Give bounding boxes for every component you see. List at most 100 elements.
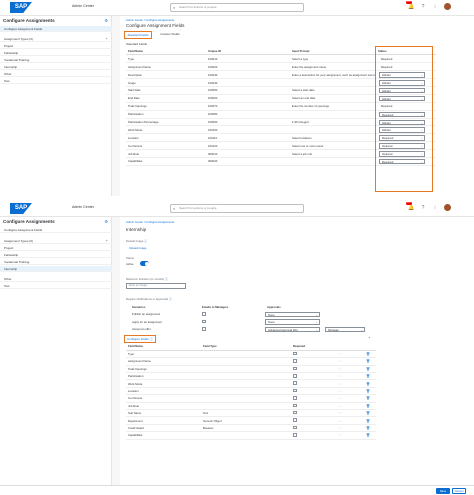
gear-icon[interactable]: ⚙: [104, 18, 108, 23]
search-input[interactable]: ⌕ Search for actions or people: [170, 204, 304, 213]
add-field-icon[interactable]: +: [368, 335, 370, 340]
move-down-icon[interactable]: ↓: [340, 411, 342, 415]
notifications-icon[interactable]: 🔔 99+: [406, 0, 414, 10]
nav-item-vocational-training[interactable]: Vocational Training: [0, 57, 112, 63]
required-checkbox[interactable]: [293, 410, 297, 415]
trash-icon[interactable]: 🗑: [366, 389, 370, 393]
info-icon[interactable]: ⓘ: [150, 337, 153, 341]
required-checkbox[interactable]: [293, 425, 297, 430]
sap-logo[interactable]: SAP: [10, 2, 32, 13]
required-checkbox[interactable]: [293, 381, 297, 385]
nav-item-configure-fields[interactable]: Configure Assignment Fields: [0, 227, 112, 233]
info-icon[interactable]: ⓘ: [144, 239, 147, 243]
max-duration-input[interactable]: Enter an integer: [126, 283, 186, 289]
app-title[interactable]: Admin Center: [72, 4, 94, 8]
move-down-icon[interactable]: ↓: [340, 374, 342, 378]
nav-item-test[interactable]: Test: [0, 78, 112, 84]
gear-icon[interactable]: ⚙: [104, 219, 108, 224]
approval-select[interactable]: None ⌄: [265, 319, 320, 325]
trash-icon[interactable]: 🗑: [366, 367, 370, 371]
nav-item-assignment-types[interactable]: Assignment Types (6) +: [0, 36, 112, 42]
required-checkbox[interactable]: [293, 374, 297, 378]
table-row: Participation ↑ ↓ 🗑: [126, 372, 376, 381]
search-input[interactable]: ⌕ Search for actions or people: [170, 3, 304, 12]
input-prompt: [290, 110, 376, 119]
move-down-icon[interactable]: ↓: [340, 352, 342, 356]
scenario-name: Apply for an assignment: [132, 319, 163, 324]
info-icon[interactable]: ⓘ: [169, 297, 172, 301]
nav-item-project[interactable]: Project: [0, 43, 112, 49]
save-button[interactable]: Save: [436, 488, 450, 494]
email-checkbox[interactable]: [202, 327, 206, 331]
nav-item-project[interactable]: Project: [0, 245, 112, 251]
nav-item-internship[interactable]: Internship: [0, 266, 112, 272]
approver-select[interactable]: Manager ⌄: [325, 326, 365, 332]
nav-item-other[interactable]: Other: [0, 276, 112, 282]
help-icon[interactable]: ?: [420, 4, 426, 10]
apps-icon[interactable]: ⁝: [432, 205, 438, 211]
cancel-button[interactable]: Cancel: [452, 488, 466, 494]
info-icon[interactable]: ⓘ: [165, 277, 168, 281]
trash-icon[interactable]: 🗑: [366, 426, 370, 430]
required-checkbox[interactable]: [293, 418, 297, 422]
breadcrumb[interactable]: Admin Center / Configure Assignments: [126, 18, 174, 22]
approval-select[interactable]: None ⌄: [265, 311, 320, 317]
add-icon[interactable]: +: [106, 238, 108, 244]
required-checkbox[interactable]: [293, 403, 297, 408]
input-prompt: Enter a description for your assignment,…: [290, 70, 376, 80]
nav-item-fellowship[interactable]: Fellowship: [0, 50, 112, 56]
move-down-icon[interactable]: ↓: [340, 382, 342, 386]
upload-image-link[interactable]: Upload Image: [129, 246, 146, 250]
approval-select[interactable]: Advanced Approval Wor ⌄: [265, 326, 320, 332]
breadcrumb[interactable]: Admin Center / Configure Assignments: [126, 220, 174, 224]
nav-item-test[interactable]: Test: [0, 283, 112, 289]
app-title[interactable]: Admin Center: [72, 205, 94, 209]
email-checkbox[interactable]: [202, 312, 206, 316]
trash-icon[interactable]: 🗑: [366, 419, 370, 423]
move-down-icon[interactable]: ↓: [340, 404, 342, 408]
trash-icon[interactable]: 🗑: [366, 352, 370, 356]
move-down-icon[interactable]: ↓: [340, 433, 342, 437]
move-down-icon[interactable]: ↓: [340, 419, 342, 423]
trash-icon[interactable]: 🗑: [366, 382, 370, 386]
apps-icon[interactable]: ⁝: [432, 4, 438, 10]
trash-icon[interactable]: 🗑: [366, 374, 370, 378]
move-down-icon[interactable]: ↓: [340, 359, 342, 363]
email-checkbox[interactable]: [202, 319, 206, 323]
nav-item-assignment-types[interactable]: Assignment Types (6) +: [0, 238, 112, 244]
add-icon[interactable]: +: [106, 36, 108, 42]
field-type: [201, 402, 291, 411]
trash-icon[interactable]: 🗑: [366, 411, 370, 415]
trash-icon[interactable]: 🗑: [366, 404, 370, 408]
table-row: Capabilities ↑ ↓ 🗑: [126, 431, 376, 440]
move-down-icon[interactable]: ↓: [340, 389, 342, 393]
avatar[interactable]: [444, 204, 451, 211]
status-column-highlight: [375, 46, 433, 192]
move-down-icon[interactable]: ↓: [340, 426, 342, 430]
nav-item-configure-fields[interactable]: Configure Assignment Fields: [0, 26, 112, 32]
nav-item-other[interactable]: Other: [0, 71, 112, 77]
nav-item-vocational-training[interactable]: Vocational Training: [0, 259, 112, 265]
required-checkbox[interactable]: [293, 366, 297, 371]
sap-logo[interactable]: SAP: [10, 203, 32, 214]
move-down-icon[interactable]: ↓: [340, 367, 342, 371]
nav-item-fellowship[interactable]: Fellowship: [0, 252, 112, 258]
trash-icon[interactable]: 🗑: [366, 359, 370, 363]
required-cell: [291, 402, 336, 411]
tab-standard-fields[interactable]: Standard Fields: [124, 31, 152, 39]
nav-item-internship[interactable]: Internship: [0, 64, 112, 70]
col-unique-id: Unique ID: [206, 47, 290, 56]
move-down-icon[interactable]: ↓: [340, 396, 342, 400]
required-checkbox[interactable]: [293, 433, 297, 437]
avatar[interactable]: [444, 3, 451, 10]
trash-icon[interactable]: 🗑: [366, 433, 370, 437]
notifications-icon[interactable]: 🔔 99+: [406, 201, 414, 211]
required-checkbox[interactable]: [293, 351, 297, 356]
help-icon[interactable]: ?: [420, 205, 426, 211]
status-toggle[interactable]: [140, 261, 149, 266]
required-checkbox[interactable]: [293, 359, 297, 363]
required-checkbox[interactable]: [293, 396, 297, 400]
required-checkbox[interactable]: [293, 388, 297, 393]
tab-custom-fields[interactable]: Custom Fields: [156, 31, 184, 39]
trash-icon[interactable]: 🗑: [366, 396, 370, 400]
